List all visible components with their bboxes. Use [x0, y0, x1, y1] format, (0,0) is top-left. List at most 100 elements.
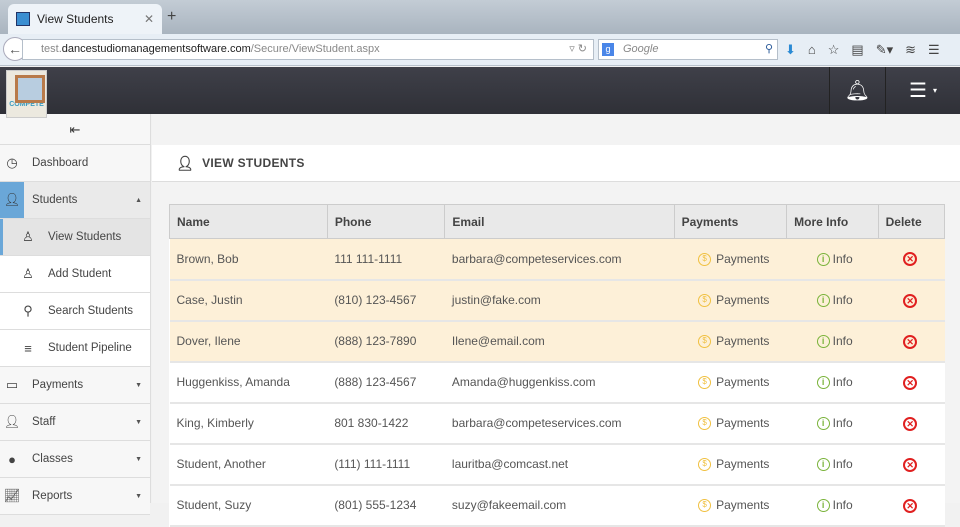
student-phone: (810) 123-4567 [327, 279, 445, 322]
payments-link[interactable]: $ Payments [674, 484, 787, 527]
sidebar-item-view-students[interactable]: ♙ View Students [0, 219, 150, 256]
delete-button[interactable]: ✕ [878, 443, 945, 486]
student-name[interactable]: Huggenkiss, Amanda [169, 361, 328, 404]
table-row[interactable]: Case, Justin (810) 123-4567 justin@fake.… [169, 279, 945, 322]
info-icon: i [816, 376, 830, 390]
info-icon: i [816, 458, 830, 472]
browser-tab[interactable]: View Students ✕ [8, 4, 162, 34]
sidebar-item-student-pipeline[interactable]: ≡ Student Pipeline [0, 330, 150, 367]
logo[interactable]: COMPETE [6, 70, 47, 118]
app-header [0, 67, 960, 114]
student-name[interactable]: Dover, Ilene [169, 320, 328, 363]
main-menu-icon[interactable]: ☰ ▾ [885, 67, 960, 114]
dollar-coin-icon: $ [698, 252, 712, 266]
column-header-phone[interactable]: Phone [326, 204, 446, 239]
delete-button[interactable]: ✕ [878, 484, 945, 527]
table-row[interactable]: Student, Another (111) 111-1111 lauritba… [169, 443, 945, 486]
students-icon: ♙ [22, 229, 34, 244]
info-icon: i [816, 417, 830, 431]
table-row[interactable]: Dover, Ilene (888) 123-7890 Ilene@email.… [169, 320, 945, 363]
column-header-email[interactable]: Email [444, 204, 675, 239]
info-link[interactable]: i Info [786, 279, 879, 322]
sidebar: ⇤ ◷ Dashboard 👤︎ Students ▲ ♙ View Students ♙ Ad… [0, 114, 151, 515]
column-header-payments[interactable]: Payments [673, 204, 788, 239]
sidebar-item-classes[interactable]: ● Classes ▼ [0, 441, 150, 478]
sidebar-item-label: Staff [32, 416, 56, 428]
info-link[interactable]: i Info [786, 402, 879, 445]
payments-link[interactable]: $ Payments [674, 361, 787, 404]
eyedropper-icon[interactable]: ✎▾ [876, 42, 893, 58]
column-header-name[interactable]: Name [169, 204, 328, 239]
payments-link[interactable]: $ Payments [674, 279, 787, 322]
dollar-coin-icon: $ [698, 335, 712, 349]
payments-link[interactable]: $ Payments [674, 402, 787, 445]
url-bar[interactable]: test.dancestudiomanagementsoftware.com/S… [22, 39, 594, 60]
apple-icon: ● [8, 451, 16, 467]
table-row[interactable]: Student, Suzy (801) 555-1234 suzy@fakeem… [169, 484, 945, 527]
info-link[interactable]: i Info [786, 320, 879, 363]
payments-link[interactable]: $ Payments [674, 238, 787, 281]
student-name[interactable]: Brown, Bob [169, 238, 328, 281]
table-row[interactable]: Brown, Bob 111 111-1111 barbara@competes… [169, 238, 945, 281]
column-header-more-info[interactable]: More Info [786, 204, 879, 239]
payments-label: Payments [716, 292, 770, 307]
delete-x-icon: ✕ [903, 498, 918, 513]
payments-label: Payments [716, 251, 770, 266]
delete-button[interactable]: ✕ [878, 320, 945, 363]
delete-button[interactable]: ✕ [878, 402, 945, 445]
caret-down-icon: ▼ [135, 418, 142, 426]
sidebar-item-reports[interactable]: 📈︎ Reports ▼ [0, 478, 150, 515]
delete-button[interactable]: ✕ [878, 361, 945, 404]
tab-title: View Students [37, 12, 114, 26]
browser-tab-bar: View Students ✕ + [0, 0, 960, 34]
download-icon[interactable]: ⬇ [785, 42, 796, 58]
sidebar-item-students[interactable]: 👤︎ Students ▲ [0, 182, 150, 219]
info-link[interactable]: i Info [786, 361, 879, 404]
student-phone: 111 111-1111 [327, 238, 445, 281]
layers-icon[interactable]: ≋ [905, 42, 916, 58]
sidebar-item-add-student[interactable]: ♙ Add Student [0, 256, 150, 293]
bookmark-star-icon[interactable]: ☆ [828, 42, 840, 58]
student-phone: (888) 123-7890 [327, 320, 445, 363]
caret-down-icon: ▼ [135, 455, 142, 463]
close-tab-icon[interactable]: ✕ [144, 12, 154, 26]
table-row[interactable]: King, Kimberly 801 830-1422 barbara@comp… [169, 402, 945, 445]
student-name[interactable]: Student, Suzy [169, 484, 328, 527]
delete-button[interactable]: ✕ [878, 238, 945, 281]
search-icon: ⚲ [23, 303, 33, 318]
sidebar-item-dashboard[interactable]: ◷ Dashboard [0, 145, 150, 182]
sidebar-item-search-students[interactable]: ⚲ Search Students [0, 293, 150, 330]
magnifier-icon[interactable]: ⚲ [765, 40, 773, 59]
logo-text: COMPETE [9, 101, 44, 108]
main-content: 👤︎ VIEW STUDENTS Name Phone Email Payments Mo… [152, 114, 960, 527]
student-name[interactable]: Case, Justin [169, 279, 328, 322]
info-link[interactable]: i Info [786, 484, 879, 527]
add-student-icon: ♙ [22, 266, 34, 281]
info-icon: i [816, 252, 830, 266]
home-icon[interactable]: ⌂ [808, 42, 816, 58]
student-name[interactable]: Student, Another [169, 443, 328, 486]
column-header-delete[interactable]: Delete [877, 204, 946, 239]
delete-x-icon: ✕ [903, 457, 918, 472]
card-icon: ▭ [5, 377, 19, 392]
payments-link[interactable]: $ Payments [674, 443, 787, 486]
dollar-coin-icon: $ [698, 376, 712, 390]
search-input[interactable]: g Google ⚲ [598, 39, 778, 60]
table-row[interactable]: Huggenkiss, Amanda (888) 123-4567 Amanda… [169, 361, 945, 404]
info-link[interactable]: i Info [786, 238, 879, 281]
collapse-sidebar-icon[interactable]: ⇤ [0, 114, 150, 145]
clipboard-icon[interactable]: ▤ [851, 42, 863, 58]
info-label: Info [832, 292, 853, 307]
reload-icon[interactable]: ▿ ↻ [569, 40, 587, 59]
notifications-bell-icon[interactable]: 🔔︎ [829, 67, 885, 114]
info-icon: i [816, 335, 830, 349]
sidebar-item-staff[interactable]: 👤︎ Staff ▼ [0, 404, 150, 441]
menu-icon[interactable]: ☰ [928, 42, 940, 58]
info-link[interactable]: i Info [786, 443, 879, 486]
new-tab-icon[interactable]: + [167, 8, 176, 26]
student-name[interactable]: King, Kimberly [169, 402, 328, 445]
sidebar-item-payments[interactable]: ▭ Payments ▼ [0, 367, 150, 404]
payments-link[interactable]: $ Payments [674, 320, 787, 363]
sidebar-item-label: Search Students [48, 305, 134, 317]
delete-button[interactable]: ✕ [878, 279, 945, 322]
